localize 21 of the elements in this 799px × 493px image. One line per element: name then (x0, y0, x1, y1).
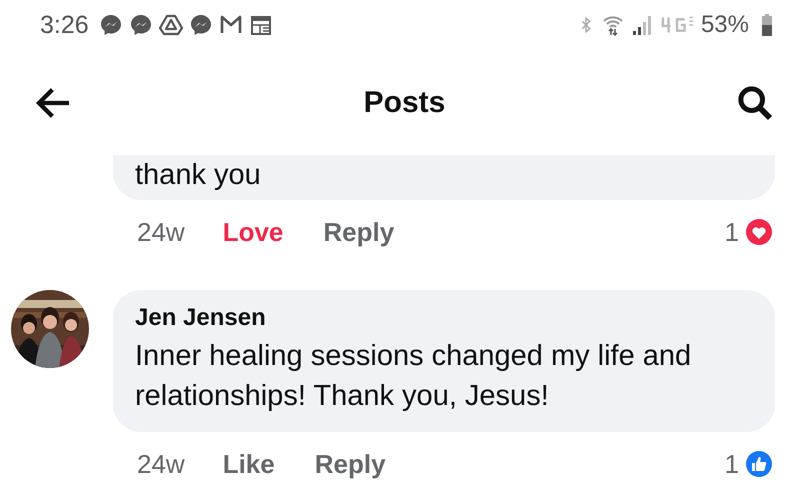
react-button[interactable]: Love (222, 216, 284, 248)
comment-age: 24w (137, 216, 185, 248)
battery-icon (761, 13, 773, 37)
reaction-count: 1 (724, 448, 739, 480)
battery-percentage: 53% (700, 11, 749, 39)
comment-text: Inner healing sessions changed my life and relationships! Thank you, Jesus! (135, 339, 692, 414)
reply-button[interactable]: Reply (323, 216, 394, 248)
status-time: 3:26 (40, 10, 89, 40)
comment-text: thank you (135, 158, 262, 193)
reaction-count: 1 (724, 216, 739, 248)
comment-author: Jen Jensen (135, 304, 267, 332)
messenger-icon (128, 13, 153, 37)
reply-button[interactable]: Reply (314, 448, 386, 480)
calendar-icon (248, 13, 273, 37)
messenger-icon (188, 13, 213, 37)
drive-icon (158, 13, 183, 37)
thumbs-up-icon (743, 448, 775, 480)
react-button[interactable]: Like (222, 448, 275, 480)
messenger-icon (98, 13, 123, 37)
page-title: Posts (364, 86, 446, 120)
comment-age: 24w (137, 448, 185, 480)
